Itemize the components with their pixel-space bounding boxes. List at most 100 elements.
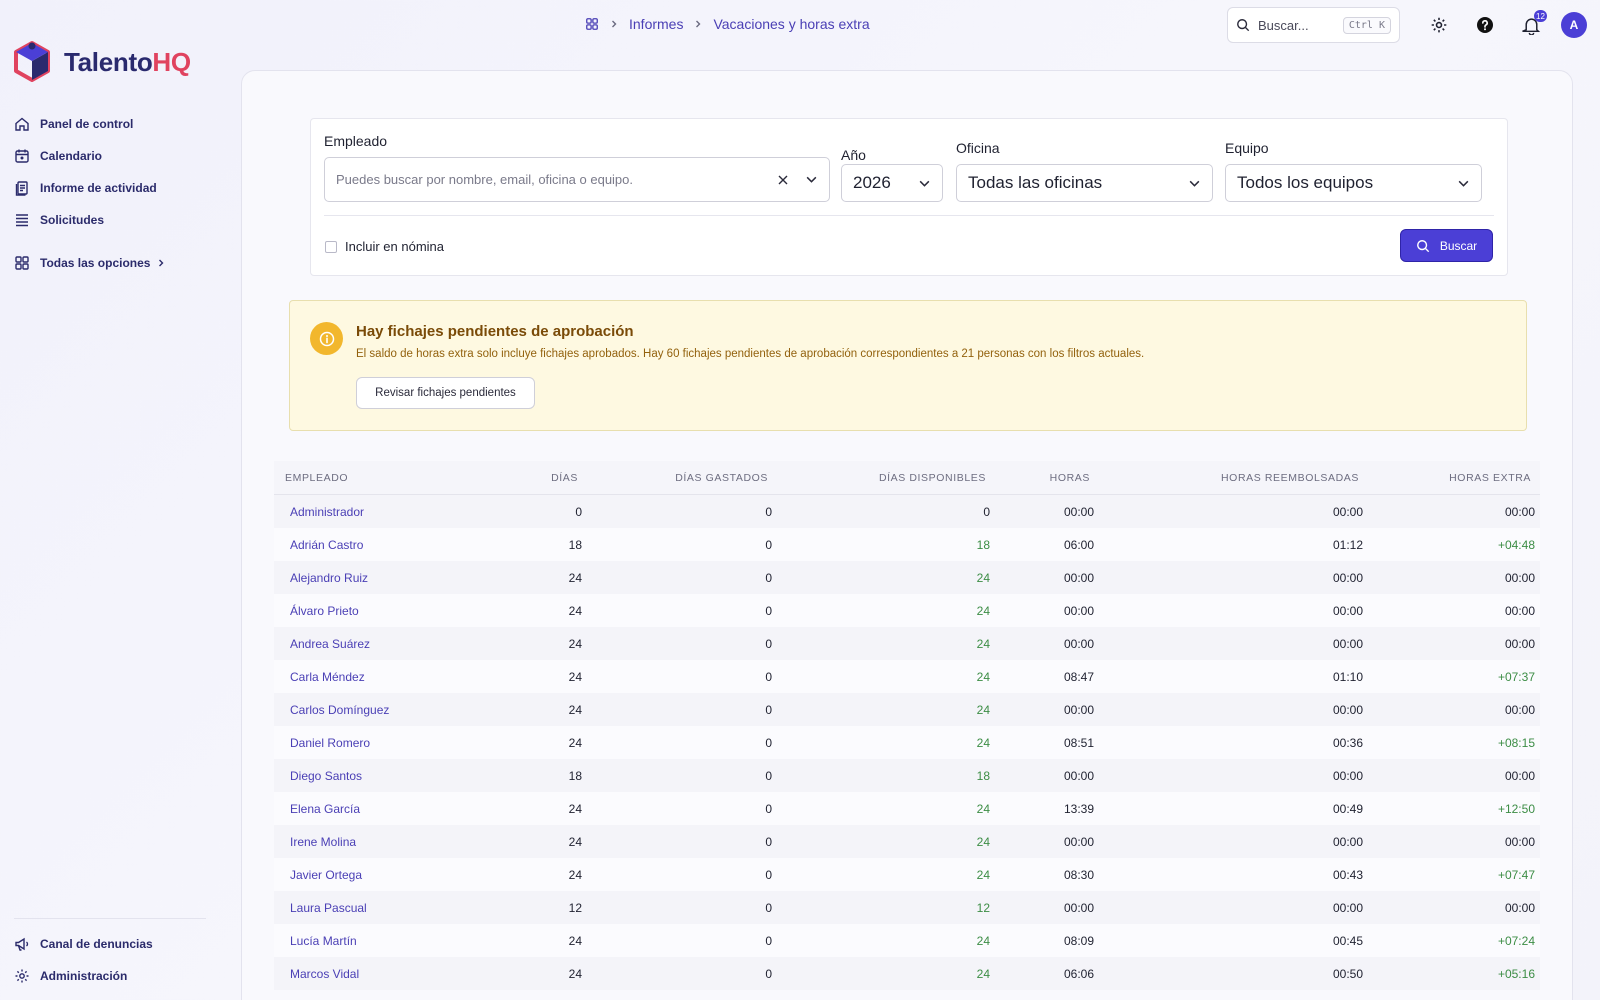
cell-hours: 08:09 (1063, 933, 1094, 948)
cell-days-available: 24 (976, 570, 990, 585)
chevron-right-icon (696, 20, 701, 28)
table-header: EMPLEADO DÍAS DÍAS GASTADOS DÍAS DISPONI… (274, 461, 1540, 495)
settings-button[interactable] (1428, 14, 1450, 36)
breadcrumb: Informes Vacaciones y horas extra (585, 16, 870, 32)
employee-search-input[interactable]: Puedes buscar por nombre, email, oficina… (324, 157, 830, 202)
employee-name[interactable]: Daniel Romero (274, 736, 514, 750)
employee-name[interactable]: Carla Méndez (274, 670, 514, 684)
review-pending-button[interactable]: Revisar fichajes pendientes (356, 377, 535, 409)
megaphone-icon (15, 937, 29, 951)
cell-overtime: 00:00 (1504, 768, 1535, 783)
cell-hours: 08:51 (1063, 735, 1094, 750)
employee-name[interactable]: Carlos Domínguez (274, 703, 514, 717)
cell-overtime: 00:00 (1504, 636, 1535, 651)
sidebar-item-calendar[interactable]: Calendario (14, 140, 224, 172)
employee-name[interactable]: Diego Santos (274, 769, 514, 783)
breadcrumb-item-reports[interactable]: Informes (629, 16, 683, 32)
cell-days-available: 24 (976, 801, 990, 816)
cube-logo-icon (14, 41, 50, 82)
table-row[interactable]: Carlos Domínguez 24 0 24 00:00 00:00 00:00 (274, 693, 1540, 726)
search-button[interactable]: Buscar (1400, 229, 1493, 262)
table-row[interactable]: Álvaro Prieto 24 0 24 00:00 00:00 00:00 (274, 594, 1540, 627)
col-overtime[interactable]: HORAS EXTRA (1363, 472, 1535, 484)
table-row[interactable]: Adrián Castro 18 0 18 06:00 01:12 +04:48 (274, 528, 1540, 561)
col-hours[interactable]: HORAS (990, 472, 1094, 484)
employee-label: Empleado (324, 133, 388, 149)
table-row[interactable]: Alejandro Ruiz 24 0 24 00:00 00:00 00:00 (274, 561, 1540, 594)
col-days-spent[interactable]: DÍAS GASTADOS (582, 472, 772, 484)
close-icon[interactable] (777, 174, 789, 186)
sidebar-item-label: Todas las opciones (40, 256, 151, 270)
avatar[interactable]: A (1561, 12, 1587, 38)
sidebar-item-activity-report[interactable]: Informe de actividad (14, 172, 224, 204)
search-button-label: Buscar (1439, 238, 1478, 253)
table-row[interactable]: Irene Molina 24 0 24 00:00 00:00 00:00 (274, 825, 1540, 858)
chevron-right-icon (159, 259, 164, 267)
include-payroll-checkbox[interactable]: Incluir en nómina (325, 239, 444, 254)
logo[interactable]: TalentoHQ (12, 40, 191, 84)
col-hours-refunded[interactable]: HORAS REEMBOLSADAS (1094, 472, 1363, 484)
table-row[interactable]: Laura Pascual 12 0 12 00:00 00:00 00:00 (274, 891, 1540, 924)
sidebar-item-label: Panel de control (40, 117, 134, 131)
employee-name[interactable]: Laura Pascual (274, 901, 514, 915)
cell-days-available: 24 (976, 669, 990, 684)
employee-name[interactable]: Elena García (274, 802, 514, 816)
employee-placeholder: Puedes buscar por nombre, email, oficina… (336, 172, 634, 187)
sidebar-item-label: Solicitudes (40, 213, 105, 227)
employee-name[interactable]: Marcos Vidal (274, 967, 514, 981)
grid-icon[interactable] (585, 17, 599, 31)
col-days[interactable]: DÍAS (514, 472, 582, 484)
sidebar-item-panel[interactable]: Panel de control (14, 108, 224, 140)
chevron-down-icon[interactable] (805, 173, 818, 186)
cell-hours: 00:00 (1063, 603, 1094, 618)
cell-days-spent: 0 (765, 603, 772, 618)
sidebar-divider (14, 918, 206, 919)
chevron-down-icon (919, 180, 930, 187)
table-row[interactable]: Carla Méndez 24 0 24 08:47 01:10 +07:37 (274, 660, 1540, 693)
year-select[interactable]: 2026 (841, 164, 943, 202)
sidebar-item-requests[interactable]: Solicitudes (14, 204, 224, 236)
sidebar-item-all-options[interactable]: Todas las opciones (14, 247, 224, 279)
employee-name[interactable]: Adrián Castro (274, 538, 514, 552)
table-row[interactable]: Daniel Romero 24 0 24 08:51 00:36 +08:15 (274, 726, 1540, 759)
sidebar-item-whistleblowing[interactable]: Canal de denuncias (14, 928, 224, 960)
cell-days-spent: 0 (765, 702, 772, 717)
employee-name[interactable]: Álvaro Prieto (274, 604, 514, 618)
cell-hours-refunded: 00:00 (1332, 900, 1363, 915)
employee-name[interactable]: Irene Molina (274, 835, 514, 849)
col-employee[interactable]: EMPLEADO (274, 472, 514, 484)
cell-days: 18 (568, 537, 582, 552)
cell-hours: 06:06 (1063, 966, 1094, 981)
table-row[interactable]: Diego Santos 18 0 18 00:00 00:00 00:00 (274, 759, 1540, 792)
sidebar-item-admin[interactable]: Administración (14, 960, 224, 992)
sidebar-bottom-nav: Canal de denuncias Administración (14, 928, 224, 992)
employee-name[interactable]: Alejandro Ruiz (274, 571, 514, 585)
chevron-right-icon (612, 20, 617, 28)
cell-days: 24 (568, 966, 582, 981)
table-row[interactable]: Marcos Vidal 24 0 24 06:06 00:50 +05:16 (274, 957, 1540, 990)
table-row[interactable]: Andrea Suárez 24 0 24 00:00 00:00 00:00 (274, 627, 1540, 660)
cell-hours: 00:00 (1063, 504, 1094, 519)
employee-name[interactable]: Lucía Martín (274, 934, 514, 948)
help-button[interactable] (1474, 14, 1496, 36)
sidebar-item-label: Informe de actividad (40, 181, 157, 195)
cell-hours-refunded: 00:00 (1332, 570, 1363, 585)
col-days-available[interactable]: DÍAS DISPONIBLES (772, 472, 990, 484)
employee-name[interactable]: Andrea Suárez (274, 637, 514, 651)
employee-name[interactable]: Administrador (274, 505, 514, 519)
employee-name[interactable]: Javier Ortega (274, 868, 514, 882)
cell-hours: 00:00 (1063, 702, 1094, 717)
team-select[interactable]: Todos los equipos (1225, 164, 1482, 202)
office-select[interactable]: Todas las oficinas (956, 164, 1213, 202)
cell-hours-refunded: 00:00 (1332, 702, 1363, 717)
search-icon (1416, 239, 1429, 252)
table-row[interactable]: Javier Ortega 24 0 24 08:30 00:43 +07:47 (274, 858, 1540, 891)
table-row[interactable]: Elena García 24 0 24 13:39 00:49 +12:50 (274, 792, 1540, 825)
table-row[interactable]: Lucía Martín 24 0 24 08:09 00:45 +07:24 (274, 924, 1540, 957)
cell-days-spent: 0 (765, 801, 772, 816)
table-row[interactable]: Administrador 0 0 0 00:00 00:00 00:00 (274, 495, 1540, 528)
global-search[interactable]: Buscar... Ctrl K (1227, 7, 1400, 43)
cell-overtime: +08:15 (1497, 735, 1535, 750)
cell-overtime: 00:00 (1504, 570, 1535, 585)
checkbox-box[interactable] (325, 240, 337, 253)
